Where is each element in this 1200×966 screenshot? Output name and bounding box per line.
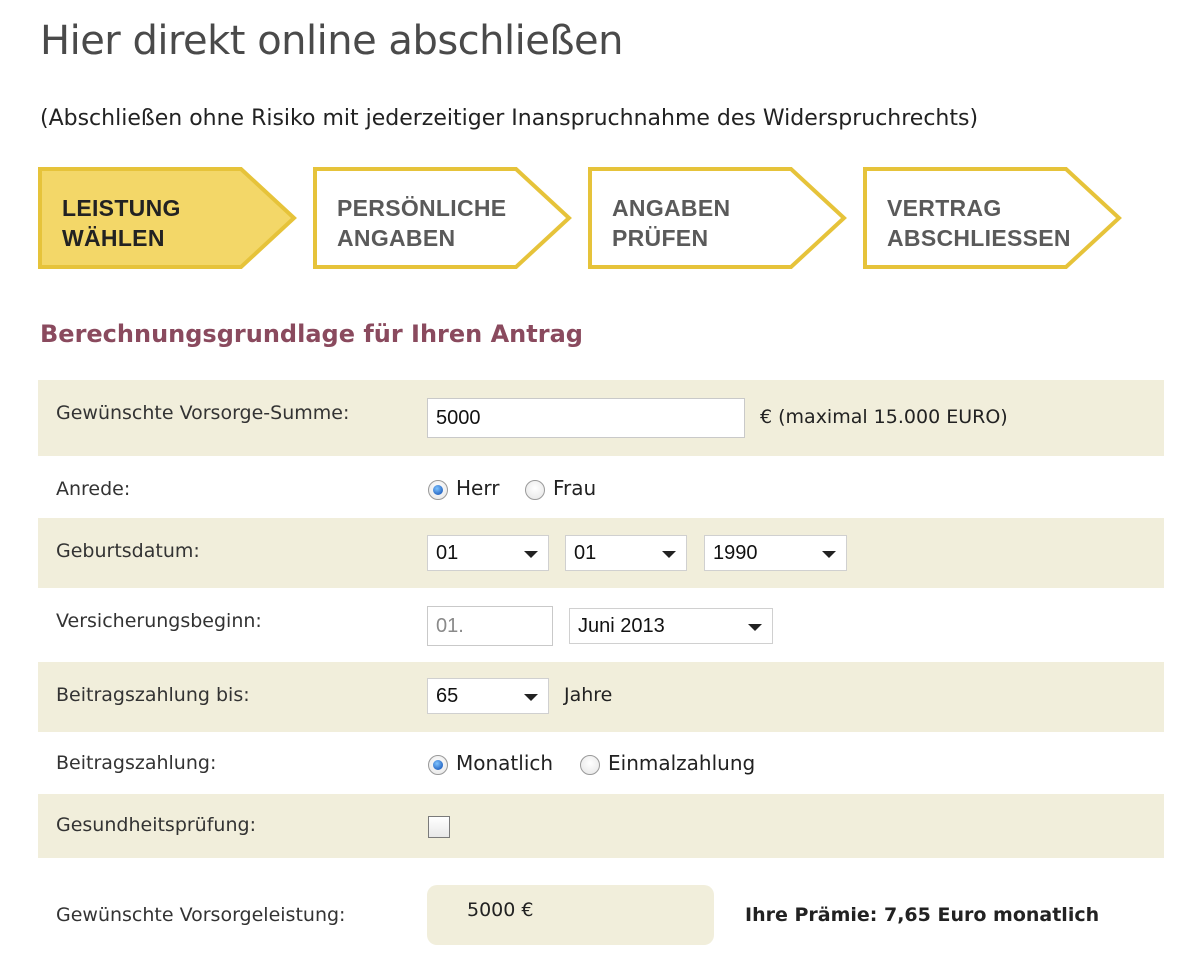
- result-value: 5000 €: [467, 899, 534, 921]
- birth-day-select[interactable]: 01: [427, 535, 549, 571]
- step-angaben-pruefen[interactable]: ANGABEN PRÜFEN: [588, 167, 850, 269]
- birth-day-value: 01: [436, 542, 459, 564]
- chevron-down-icon: [822, 551, 836, 558]
- birth-year-value: 1990: [713, 542, 758, 564]
- page-title: Hier direkt online abschließen: [40, 18, 624, 64]
- payment-until-value: 65: [436, 685, 459, 707]
- radio-herr[interactable]: [428, 480, 448, 500]
- radio-monatlich[interactable]: [428, 755, 448, 775]
- sum-label: Gewünschte Vorsorge-Summe:: [56, 402, 350, 424]
- step-persoenliche-angaben[interactable]: PERSÖNLICHE ANGABEN: [313, 167, 575, 269]
- radio-frau[interactable]: [525, 480, 545, 500]
- radio-einmalzahlung-label[interactable]: Einmalzahlung: [608, 751, 755, 775]
- health-check-checkbox[interactable]: [428, 816, 450, 838]
- radio-einmalzahlung[interactable]: [580, 755, 600, 775]
- payment-until-label: Beitragszahlung bis:: [56, 684, 250, 706]
- sum-hint: € (maximal 15.000 EURO): [760, 406, 1008, 428]
- start-month-value: Juni 2013: [578, 615, 665, 637]
- row-beitragszahlung: Beitragszahlung: Monatlich Einmalzahlung: [38, 732, 1164, 794]
- row-versicherungsbeginn: Versicherungsbeginn: Juni 2013: [38, 588, 1164, 662]
- start-day-input[interactable]: [427, 606, 553, 646]
- salutation-label: Anrede:: [56, 478, 131, 500]
- step-label-line2: ABSCHLIESSEN: [887, 225, 1071, 251]
- step-label-line2: WÄHLEN: [62, 225, 165, 251]
- chevron-down-icon: [748, 624, 762, 631]
- payment-until-unit: Jahre: [564, 684, 613, 706]
- row-vorsorge-summe: Gewünschte Vorsorge-Summe: € (maximal 15…: [38, 380, 1164, 456]
- birth-year-select[interactable]: 1990: [704, 535, 847, 571]
- chevron-down-icon: [524, 694, 538, 701]
- progress-steps: LEISTUNG WÄHLEN PERSÖNLICHE ANGABEN ANGA…: [38, 167, 1138, 269]
- row-beitragszahlung-bis: Beitragszahlung bis: 65 Jahre: [38, 662, 1164, 732]
- radio-herr-label[interactable]: Herr: [456, 476, 499, 500]
- result-label: Gewünschte Vorsorgeleistung:: [56, 904, 346, 926]
- birthdate-label: Geburtsdatum:: [56, 540, 200, 562]
- start-month-select[interactable]: Juni 2013: [569, 608, 773, 644]
- chevron-down-icon: [524, 551, 538, 558]
- radio-frau-label[interactable]: Frau: [553, 476, 596, 500]
- step-vertrag-abschliessen[interactable]: VERTRAG ABSCHLIESSEN: [863, 167, 1125, 269]
- sum-input[interactable]: [427, 398, 745, 438]
- chevron-down-icon: [662, 551, 676, 558]
- step-label-line1: VERTRAG: [887, 195, 1002, 221]
- step-label-line1: LEISTUNG: [62, 195, 181, 221]
- result-box: 5000 €: [427, 885, 714, 945]
- birth-month-value: 01: [574, 542, 597, 564]
- start-label: Versicherungsbeginn:: [56, 610, 262, 632]
- premium-text: Ihre Prämie: 7,65 Euro monatlich: [745, 904, 1100, 926]
- step-leistung-waehlen[interactable]: LEISTUNG WÄHLEN: [38, 167, 300, 269]
- step-label-line1: PERSÖNLICHE: [337, 195, 507, 221]
- page-subtitle: (Abschließen ohne Risiko mit jederzeitig…: [40, 106, 979, 131]
- payment-until-select[interactable]: 65: [427, 678, 549, 714]
- row-geburtsdatum: Geburtsdatum: 01 01 1990: [38, 518, 1164, 588]
- birth-month-select[interactable]: 01: [565, 535, 687, 571]
- row-anrede: Anrede: Herr Frau: [38, 456, 1164, 518]
- payment-label: Beitragszahlung:: [56, 752, 217, 774]
- section-title: Berechnungsgrundlage für Ihren Antrag: [40, 320, 583, 348]
- radio-monatlich-label[interactable]: Monatlich: [456, 751, 553, 775]
- health-check-label: Gesundheitsprüfung:: [56, 814, 256, 836]
- step-label-line2: PRÜFEN: [612, 225, 709, 251]
- step-label-line2: ANGABEN: [337, 225, 456, 251]
- step-label-line1: ANGABEN: [612, 195, 731, 221]
- row-gesundheitspruefung: Gesundheitsprüfung:: [38, 794, 1164, 858]
